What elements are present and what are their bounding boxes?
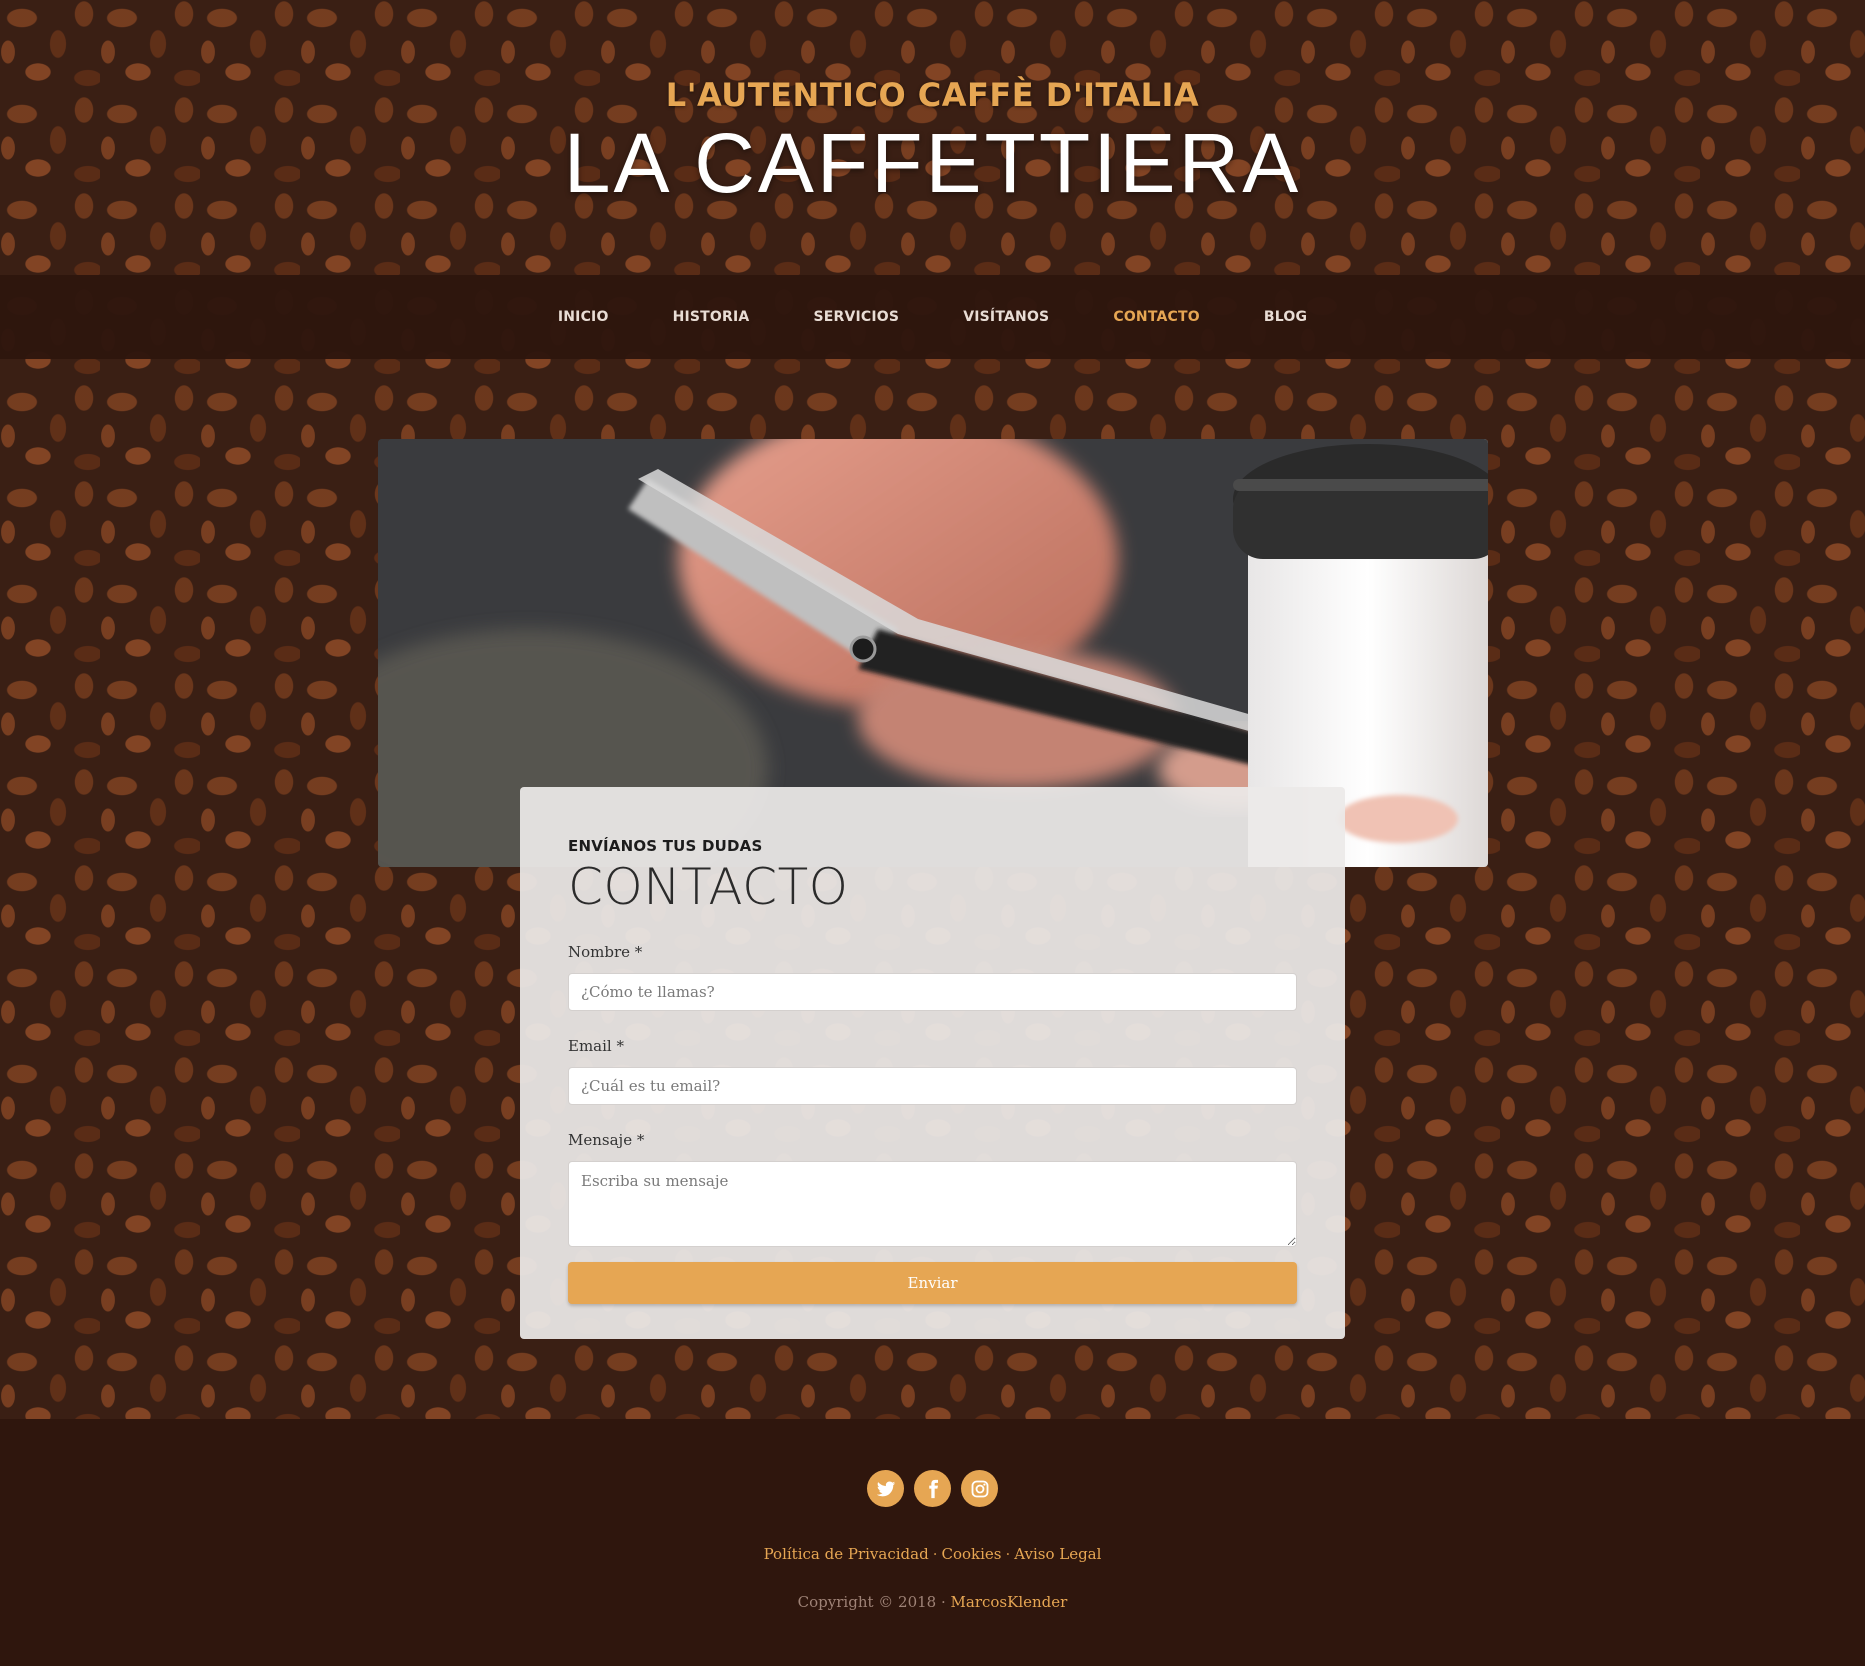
contact-subheading: ENVÍANOS TUS DUDAS xyxy=(568,837,763,855)
message-label: Mensaje * xyxy=(568,1131,645,1149)
nav-item-historia[interactable]: HISTORIA xyxy=(673,309,750,325)
cookies-link[interactable]: Cookies xyxy=(941,1545,1001,1563)
instagram-icon xyxy=(971,1480,988,1497)
author-link[interactable]: MarcosKlender xyxy=(951,1593,1068,1611)
nav-item-servicios[interactable]: SERVICIOS xyxy=(813,309,899,325)
legal-link[interactable]: Aviso Legal xyxy=(1014,1545,1101,1563)
submit-button[interactable]: Enviar xyxy=(568,1262,1297,1304)
site-tagline: L'AUTENTICO CAFFÈ D'ITALIA xyxy=(665,76,1200,114)
footer-separator: · xyxy=(932,1545,938,1563)
footer-separator: · xyxy=(1005,1545,1011,1563)
name-label: Nombre * xyxy=(568,943,643,961)
copyright: Copyright © 2018 · MarcosKlender xyxy=(0,1593,1865,1611)
site-brand[interactable]: LA CAFFETTIERA xyxy=(0,115,1865,212)
nav-item-inicio[interactable]: INICIO xyxy=(558,309,609,325)
site-footer: Política de Privacidad · Cookies · Aviso Leg… xyxy=(0,1419,1865,1666)
contact-title: CONTACTO xyxy=(568,858,849,916)
nav-item-blog[interactable]: BLOG xyxy=(1264,309,1307,325)
privacy-link[interactable]: Política de Privacidad xyxy=(764,1545,929,1563)
twitter-button[interactable] xyxy=(867,1470,904,1507)
instagram-button[interactable] xyxy=(961,1470,998,1507)
facebook-button[interactable] xyxy=(914,1470,951,1507)
copyright-text: Copyright © 2018 · xyxy=(797,1593,951,1611)
social-links xyxy=(0,1470,1865,1507)
nav-item-contacto[interactable]: CONTACTO xyxy=(1113,309,1200,325)
site-header: L'AUTENTICO CAFFÈ D'ITALIA LA CAFFETTIER… xyxy=(0,0,1865,275)
message-textarea[interactable] xyxy=(568,1161,1297,1247)
twitter-icon xyxy=(876,1481,895,1496)
name-input[interactable] xyxy=(568,973,1297,1011)
main-nav: INICIO HISTORIA SERVICIOS VISÍTANOS CONT… xyxy=(0,275,1865,359)
footer-links: Política de Privacidad · Cookies · Aviso Leg… xyxy=(0,1545,1865,1563)
email-label: Email * xyxy=(568,1037,624,1055)
contact-form-card: ENVÍANOS TUS DUDAS CONTACTO Nombre * Ema… xyxy=(520,787,1345,1339)
nav-item-visitanos[interactable]: VISÍTANOS xyxy=(963,309,1049,325)
email-input[interactable] xyxy=(568,1067,1297,1105)
facebook-icon xyxy=(928,1479,938,1498)
